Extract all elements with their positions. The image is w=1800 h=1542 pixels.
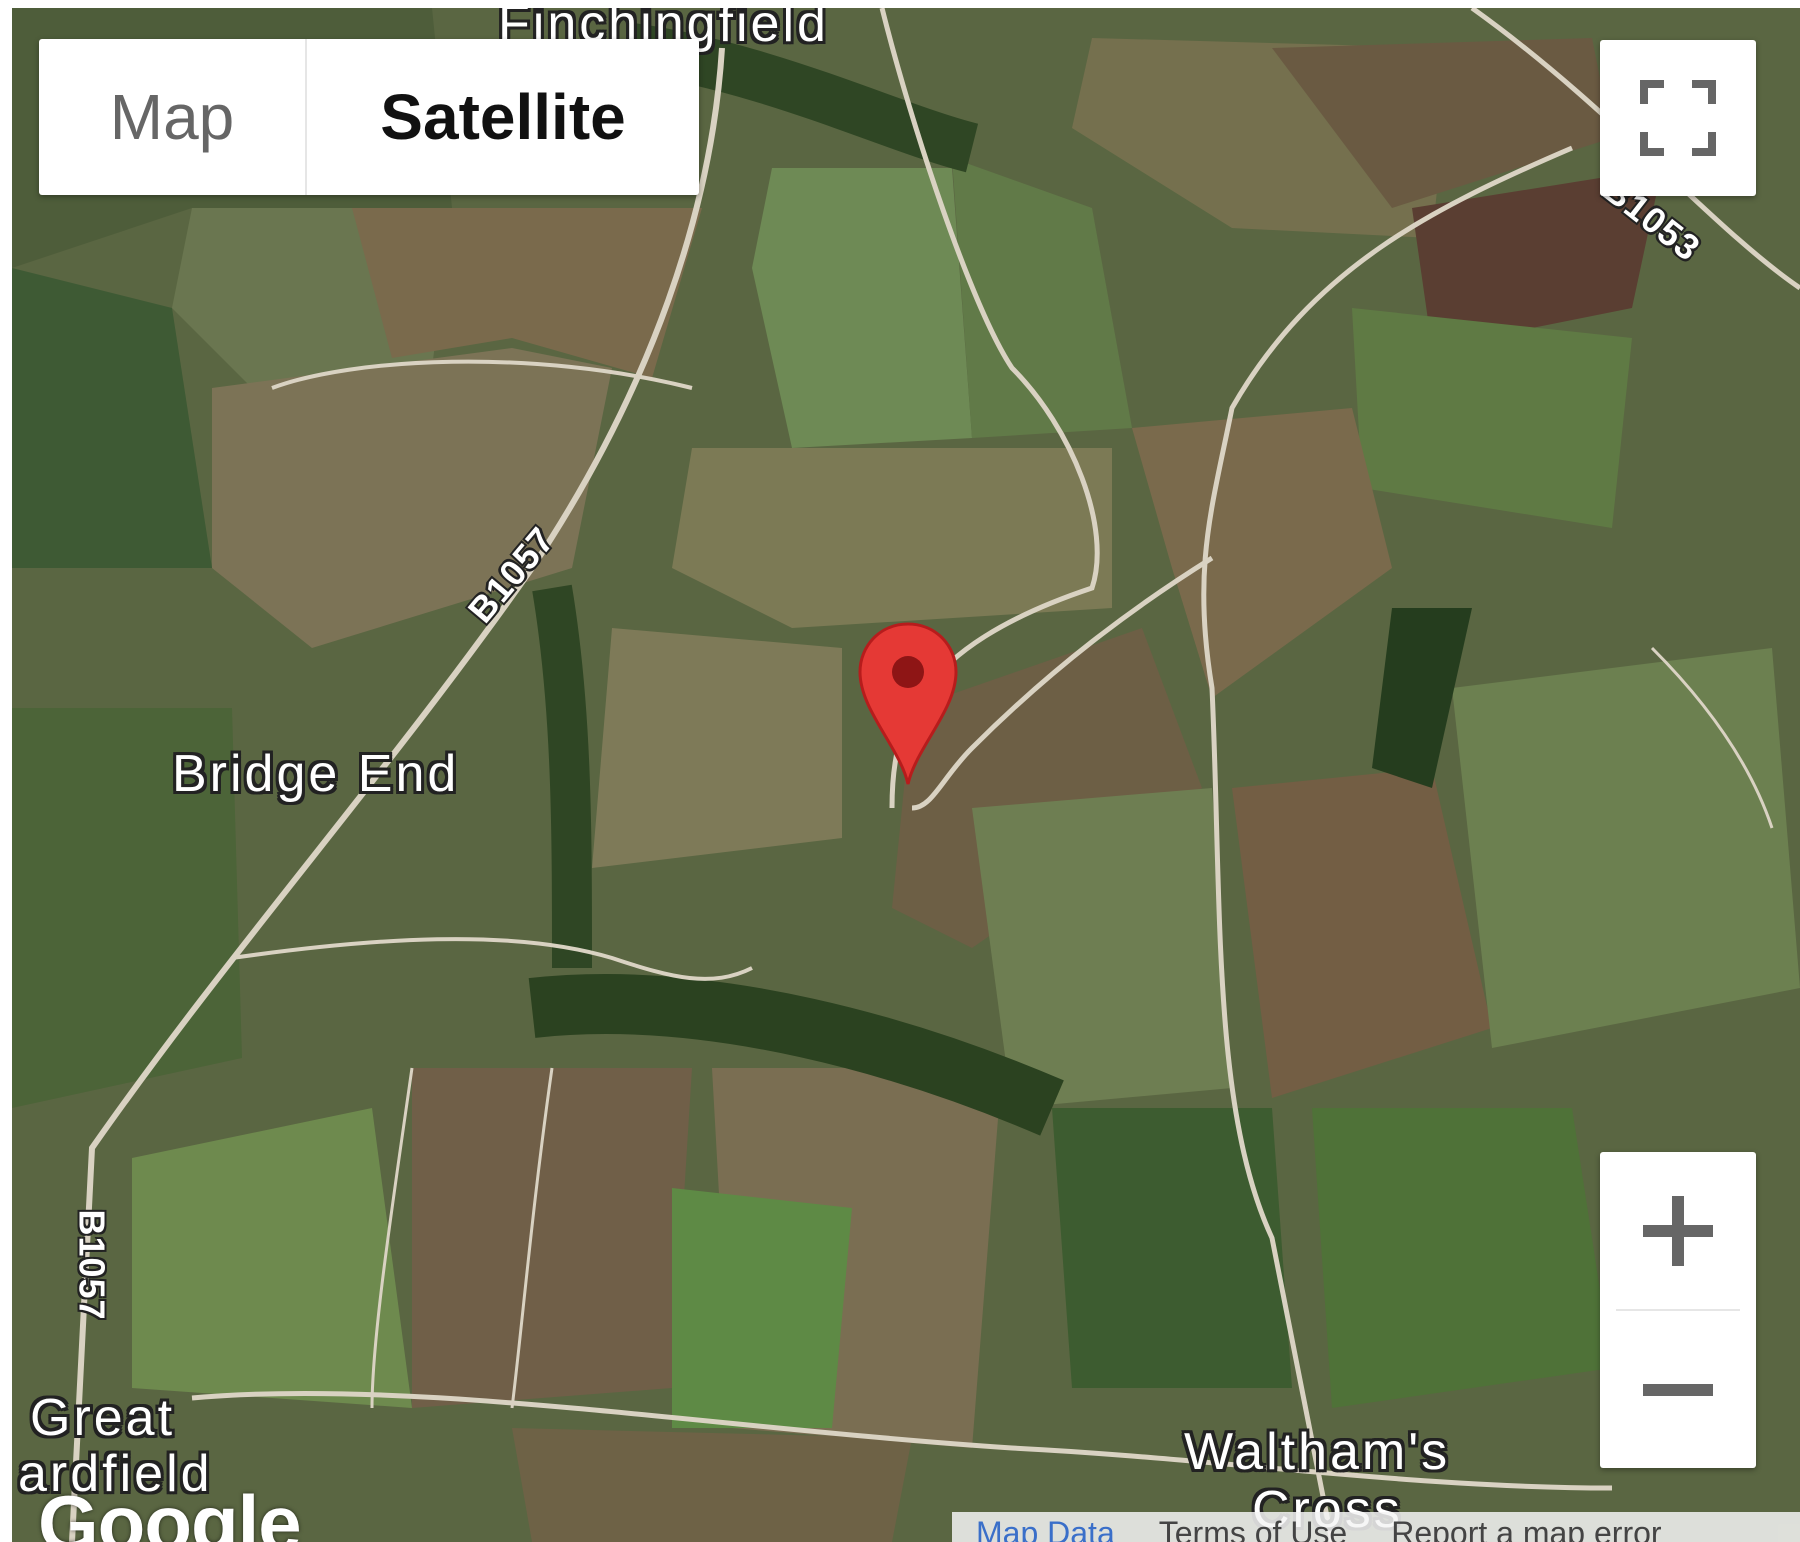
- place-label-bridge-end: Bridge End: [172, 745, 460, 803]
- zoom-in-button[interactable]: [1600, 1152, 1756, 1309]
- zoom-control: [1600, 1152, 1756, 1468]
- map-marker-icon[interactable]: [856, 620, 960, 788]
- report-map-error-link[interactable]: Report a map error: [1391, 1515, 1661, 1542]
- map-type-satellite-button[interactable]: Satellite: [307, 39, 699, 195]
- google-logo: Google: [38, 1479, 302, 1542]
- map-data-link[interactable]: Map Data: [976, 1515, 1115, 1542]
- attribution-bar: Map Data Terms of Use Report a map error: [952, 1512, 1800, 1542]
- fullscreen-button[interactable]: [1600, 40, 1756, 196]
- fullscreen-icon: [1640, 80, 1716, 156]
- plus-icon: [1643, 1195, 1713, 1266]
- map-canvas[interactable]: Finchingfield Bridge End Great ardfield …: [12, 8, 1800, 1542]
- map-type-map-button[interactable]: Map: [39, 39, 307, 195]
- zoom-out-button[interactable]: [1600, 1311, 1756, 1468]
- terms-of-use-link[interactable]: Terms of Use: [1159, 1515, 1347, 1542]
- minus-icon: [1643, 1383, 1713, 1396]
- place-label-walthams-cross-line1: Waltham's: [1184, 1423, 1451, 1481]
- place-label-great-bardfield-line1: Great: [30, 1389, 176, 1447]
- road-label-b1057-south: B1057: [71, 1209, 113, 1321]
- map-type-control: Map Satellite: [39, 39, 699, 195]
